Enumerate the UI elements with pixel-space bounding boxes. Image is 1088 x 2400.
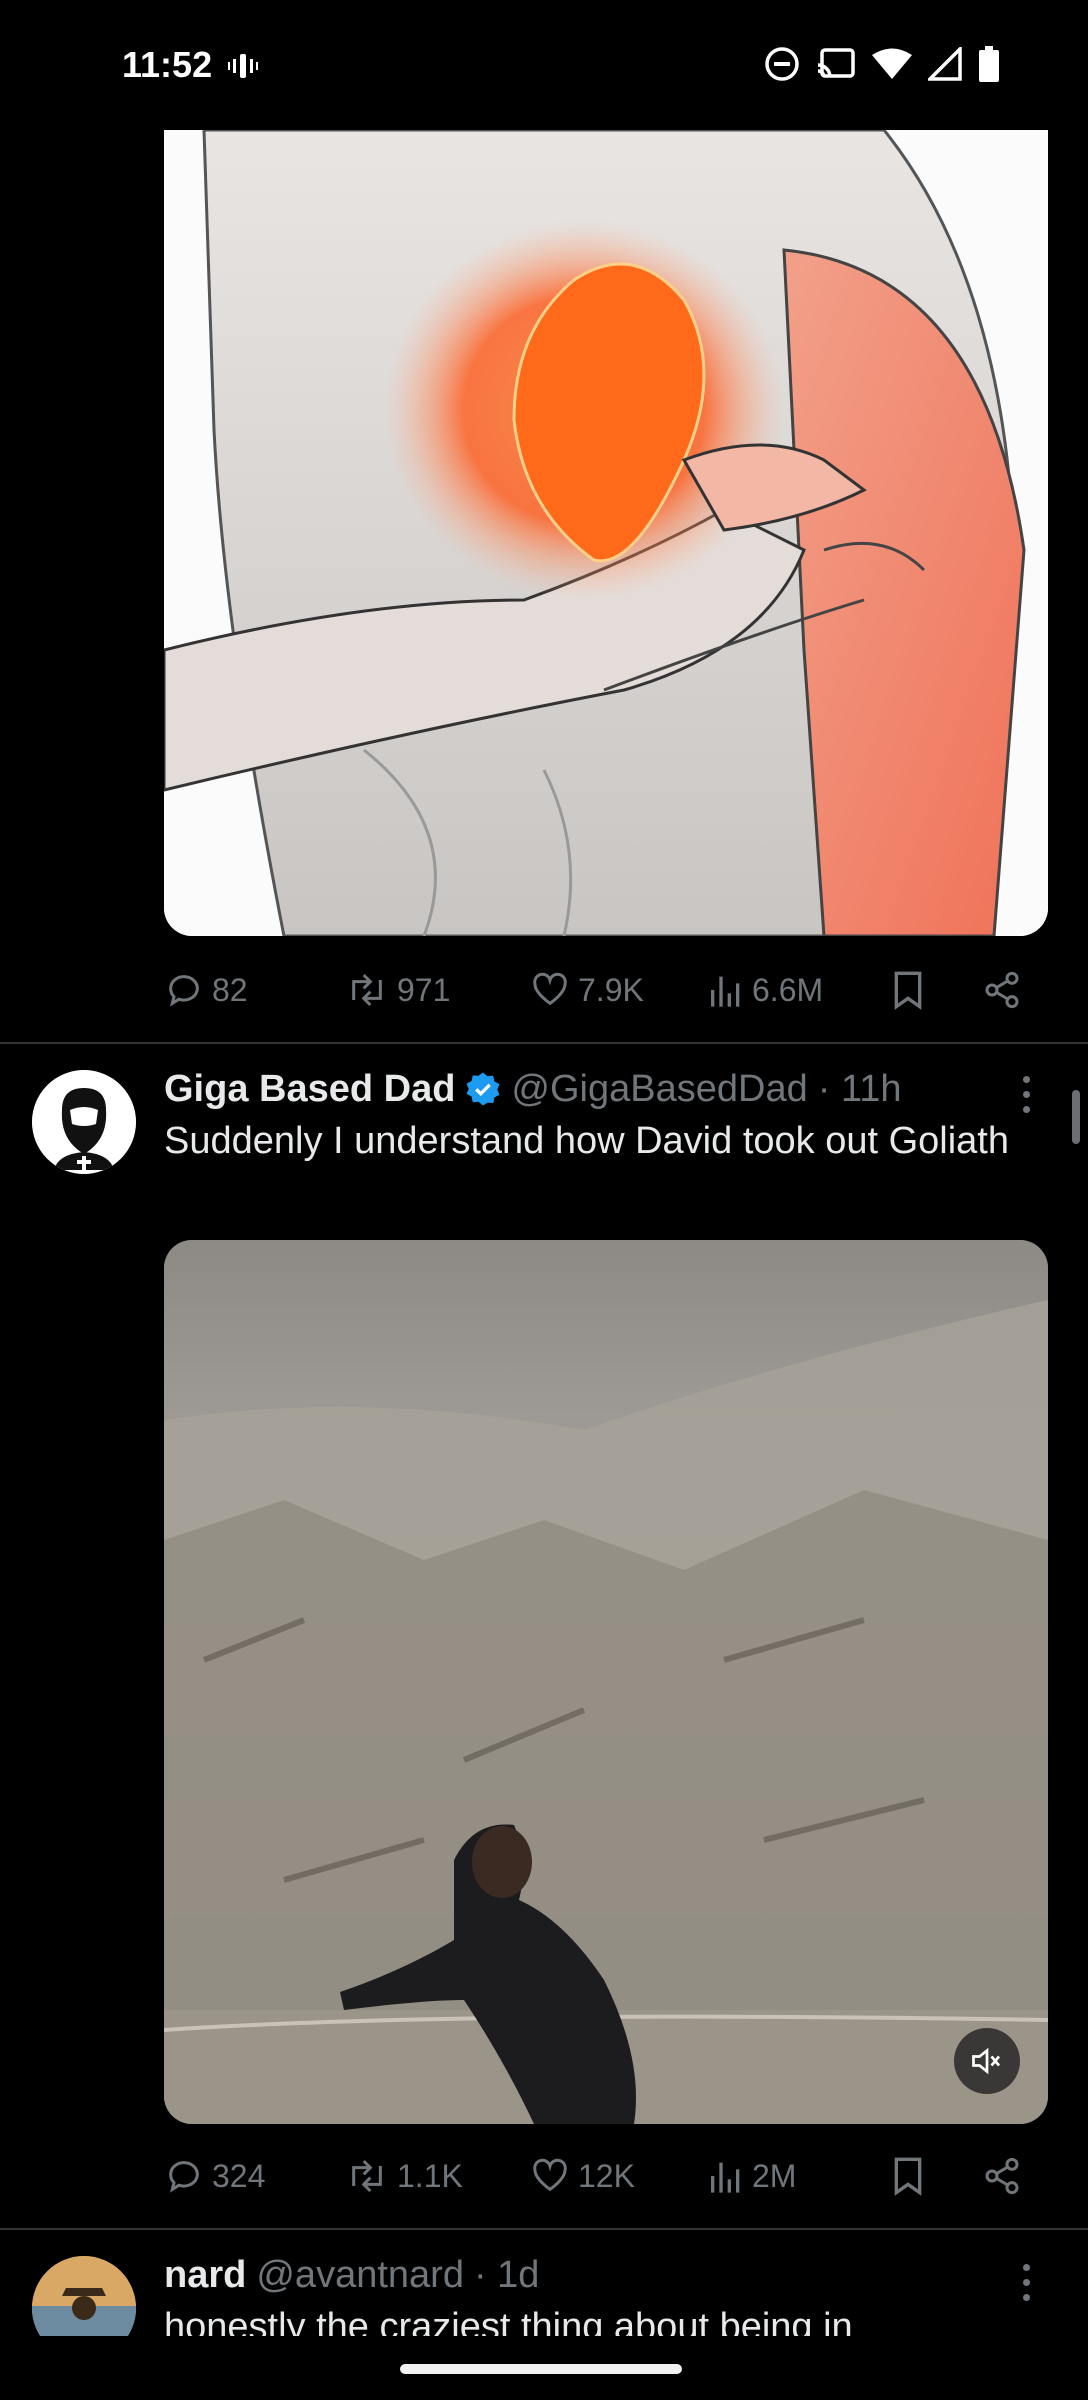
retweet-count: 1.1K <box>397 2157 463 2194</box>
avatar[interactable] <box>32 2256 136 2336</box>
tweet3-clip: nard @avantnard · 1d honestly the crazie… <box>0 2252 1088 2336</box>
like-button[interactable]: 7.9K <box>530 970 708 1010</box>
tweet-time: · 1d <box>473 2253 540 2296</box>
tweet-divider <box>0 2228 1088 2230</box>
user-handle[interactable]: @avantnard <box>256 2254 464 2297</box>
heart-icon <box>533 2158 567 2192</box>
tweet-time: · 11h <box>817 1067 902 1110</box>
bookmark-button[interactable] <box>890 970 982 1010</box>
reply-button[interactable]: 82 <box>164 970 345 1010</box>
reply-count: 324 <box>212 2157 266 2194</box>
like-button[interactable]: 12K <box>530 2156 708 2196</box>
tweet-text: honestly the craziest thing about being … <box>164 2306 853 2336</box>
verified-badge-icon <box>466 1072 500 1106</box>
share-icon <box>985 2157 1019 2195</box>
views-button[interactable]: 6.6M <box>708 970 890 1010</box>
bookmark-icon <box>894 971 922 1010</box>
mute-button[interactable] <box>954 2028 1020 2094</box>
reply-count: 82 <box>212 971 248 1008</box>
tweet3-header: nard @avantnard · 1d <box>164 2252 539 2302</box>
retweet-count: 971 <box>397 971 451 1008</box>
reply-icon <box>169 975 199 1007</box>
reply-button[interactable]: 324 <box>164 2156 345 2196</box>
battery-icon <box>979 46 999 82</box>
share-button[interactable] <box>982 2156 1022 2196</box>
signal-icon <box>928 47 962 81</box>
gesture-nav-bar[interactable] <box>400 2364 682 2374</box>
avatar[interactable] <box>32 1070 136 1174</box>
tweet-divider <box>0 1042 1088 1044</box>
cowboy-avatar-icon <box>32 2256 136 2336</box>
video-thumbnail <box>164 1240 1048 2124</box>
tweet-video[interactable] <box>164 1240 1048 2124</box>
views-icon <box>711 976 740 1007</box>
vibrate-icon <box>228 54 258 78</box>
more-options-icon[interactable] <box>1020 2264 1032 2301</box>
like-count: 7.9K <box>578 971 644 1008</box>
views-button[interactable]: 2M <box>708 2156 890 2196</box>
status-bar: 11:52 <box>0 0 1088 130</box>
reply-icon <box>169 2161 199 2193</box>
status-icons <box>764 46 1000 82</box>
tweet2-header: Giga Based Dad @GigaBasedDad · 11h <box>164 1062 902 1116</box>
display-name[interactable]: Giga Based Dad <box>164 1068 455 1111</box>
views-count: 2M <box>752 2157 797 2194</box>
retweet-button[interactable]: 971 <box>345 970 530 1010</box>
bookmark-button[interactable] <box>890 2156 982 2196</box>
cast-icon <box>817 48 855 78</box>
tweet-image-heart[interactable] <box>164 130 1048 936</box>
dnd-icon <box>765 47 799 81</box>
user-handle[interactable]: @GigaBasedDad <box>511 1068 807 1111</box>
status-time: 11:52 <box>122 44 213 85</box>
volume-muted-icon <box>972 2047 1001 2075</box>
retweet-icon <box>352 2159 382 2193</box>
views-icon <box>711 2162 740 2193</box>
tweet-text: Suddenly I understand how David took out… <box>164 1120 1009 1162</box>
retweet-icon <box>352 973 382 1007</box>
more-options-icon[interactable] <box>1020 1076 1032 1113</box>
like-count: 12K <box>578 2157 635 2194</box>
display-name[interactable]: nard <box>164 2254 246 2297</box>
heart-icon <box>533 972 567 1006</box>
heart-illustration <box>164 130 1048 936</box>
wifi-icon <box>872 48 912 79</box>
bearded-man-icon <box>32 1070 136 1174</box>
scrollbar[interactable] <box>1072 1090 1080 1144</box>
retweet-button[interactable]: 1.1K <box>345 2156 530 2196</box>
bookmark-icon <box>894 2157 922 2196</box>
share-icon <box>985 971 1019 1009</box>
tweet1-action-bar: 82 971 7.9K 6.6M <box>164 960 1048 1020</box>
share-button[interactable] <box>982 970 1022 1010</box>
views-count: 6.6M <box>752 971 824 1008</box>
tweet2-action-bar: 324 1.1K 12K 2M <box>164 2146 1048 2206</box>
